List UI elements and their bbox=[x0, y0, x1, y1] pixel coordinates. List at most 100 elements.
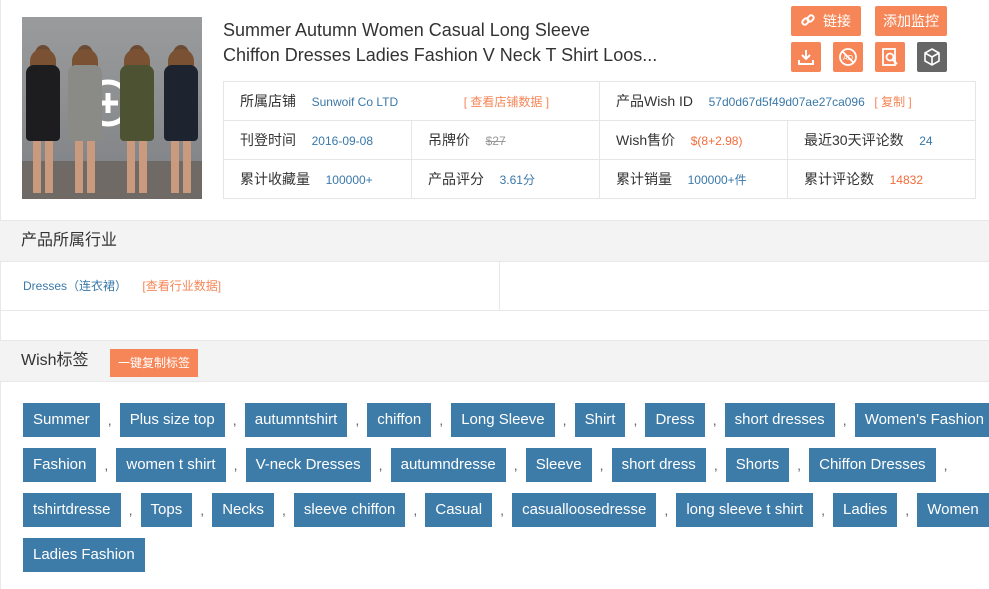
rating-value: 3.61分 bbox=[499, 173, 535, 187]
tag-separator: , bbox=[355, 412, 360, 428]
tag-separator: , bbox=[943, 457, 948, 473]
wish-tag[interactable]: short dress bbox=[611, 448, 706, 482]
wish-tag[interactable]: Ladies Fashion bbox=[23, 538, 145, 572]
tag-separator: , bbox=[413, 502, 418, 518]
wish-tag[interactable]: Shirt bbox=[574, 403, 626, 437]
listed-value: 2016-09-08 bbox=[311, 134, 374, 148]
tag-price-cell: 吊牌价 $27 bbox=[411, 120, 600, 160]
tag-separator: , bbox=[128, 502, 133, 518]
tag-separator: , bbox=[200, 502, 205, 518]
reviews30-label: 最近30天评论数 bbox=[804, 132, 904, 148]
wish-tag[interactable]: Necks bbox=[212, 493, 274, 527]
shop-cell: 所属店铺 Sunwoif Co LTD [ 查看店铺数据 ] bbox=[223, 81, 600, 121]
cube-button[interactable] bbox=[917, 42, 947, 72]
product-image[interactable] bbox=[22, 17, 202, 199]
download-button[interactable] bbox=[791, 42, 821, 72]
cube-icon bbox=[924, 48, 940, 66]
model-figure bbox=[68, 45, 102, 193]
tag-separator: , bbox=[232, 412, 237, 428]
wish-tag[interactable]: Tops bbox=[140, 493, 193, 527]
reviews30-cell: 最近30天评论数 24 bbox=[787, 120, 976, 160]
wish-tag[interactable]: autumntshirt bbox=[244, 403, 348, 437]
tag-separator: , bbox=[107, 412, 112, 428]
tag-separator: , bbox=[821, 502, 825, 518]
sales-cell: 累计销量 100000+件 bbox=[599, 159, 788, 199]
wish-tag[interactable]: sleeve chiffon bbox=[293, 493, 406, 527]
product-title-line2: Chiffon Dresses Ladies Fashion V Neck T … bbox=[223, 45, 658, 65]
rating-label: 产品评分 bbox=[428, 171, 484, 187]
tag-row: Summer, Plus size top, autumntshirt, chiffo… bbox=[23, 403, 989, 448]
industry-heading: 产品所属行业 bbox=[21, 232, 118, 249]
wish-tag[interactable]: V-neck Dresses bbox=[245, 448, 371, 482]
wish-tag[interactable]: Women's Fashion bbox=[854, 403, 989, 437]
favorites-label: 累计收藏量 bbox=[240, 171, 310, 187]
industry-section-header: 产品所属行业 bbox=[0, 220, 989, 262]
wish-tag[interactable]: Fashion bbox=[23, 448, 97, 482]
favorites-cell: 累计收藏量 100000+ bbox=[223, 159, 412, 199]
no-ads-button[interactable]: AD bbox=[833, 42, 863, 72]
copy-tags-button[interactable]: 一键复制标签 bbox=[110, 349, 198, 377]
wish-tag[interactable]: chiffon bbox=[367, 403, 432, 437]
tag-separator: , bbox=[233, 457, 238, 473]
wish-tag[interactable]: autumndresse bbox=[390, 448, 506, 482]
wish-tag[interactable]: Sleeve bbox=[525, 448, 592, 482]
copy-id-link[interactable]: [ 复制 ] bbox=[874, 95, 911, 109]
wish-tag[interactable]: Casual bbox=[425, 493, 493, 527]
tag-separator: , bbox=[712, 412, 717, 428]
wish-tag[interactable]: Shorts bbox=[725, 448, 790, 482]
tag-separator: , bbox=[500, 502, 504, 518]
link-button[interactable]: 链接 bbox=[791, 6, 861, 36]
wish-tag[interactable]: Summer bbox=[23, 403, 100, 437]
download-icon bbox=[798, 50, 814, 65]
view-shop-data-link[interactable]: [ 查看店铺数据 ] bbox=[464, 95, 549, 109]
link-icon bbox=[801, 14, 815, 26]
shop-name-link[interactable]: Sunwoif Co LTD bbox=[312, 95, 398, 109]
wish-tag[interactable]: short dresses bbox=[724, 403, 835, 437]
wish-tag[interactable]: Dress bbox=[645, 403, 705, 437]
wish-tag[interactable]: long sleeve t shirt bbox=[676, 493, 814, 527]
wish-price-label: Wish售价 bbox=[616, 132, 676, 148]
product-info-table: 所属店铺 Sunwoif Co LTD [ 查看店铺数据 ] 产品Wish ID… bbox=[223, 81, 976, 199]
tag-separator: , bbox=[104, 457, 109, 473]
reviews-value: 14832 bbox=[889, 173, 923, 187]
sales-value: 100000+件 bbox=[687, 173, 747, 187]
add-monitor-button[interactable]: 添加监控 bbox=[875, 6, 947, 36]
wish-tags-list: Summer, Plus size top, autumntshirt, chiffo… bbox=[23, 403, 989, 583]
wish-tag[interactable]: Plus size top bbox=[119, 403, 225, 437]
wish-price-cell: Wish售价 $(8+2.98) bbox=[599, 120, 788, 160]
shop-label: 所属店铺 bbox=[240, 93, 296, 109]
product-title-line1: Summer Autumn Women Casual Long Sleeve bbox=[223, 20, 590, 40]
wish-tag[interactable]: Chiffon Dresses bbox=[809, 448, 936, 482]
model-figure bbox=[164, 45, 198, 193]
tag-price-label: 吊牌价 bbox=[428, 132, 470, 148]
model-figure bbox=[26, 45, 60, 193]
wish-tag[interactable]: women t shirt bbox=[116, 448, 226, 482]
view-industry-data-link[interactable]: [查看行业数据] bbox=[142, 279, 221, 293]
sales-label: 累计销量 bbox=[616, 171, 672, 187]
tag-separator: , bbox=[633, 412, 638, 428]
tag-separator: , bbox=[713, 457, 718, 473]
tag-row: tshirtdresse, Tops, Necks, sleeve chiffon, C… bbox=[23, 493, 989, 538]
industry-name-link[interactable]: Dresses（连衣裙） bbox=[23, 279, 127, 293]
wish-tags-heading: Wish标签 bbox=[21, 352, 89, 369]
wish-tag[interactable]: tshirtdresse bbox=[23, 493, 121, 527]
search-doc-button[interactable] bbox=[875, 42, 905, 72]
wish-price-value: $(8+2.98) bbox=[690, 134, 743, 148]
wish-tag[interactable]: Women bbox=[917, 493, 989, 527]
svg-text:AD: AD bbox=[843, 54, 853, 62]
listed-label: 刊登时间 bbox=[240, 132, 296, 148]
tag-separator: , bbox=[281, 502, 286, 518]
tag-separator: , bbox=[664, 502, 669, 518]
link-button-label: 链接 bbox=[823, 13, 851, 29]
listed-cell: 刊登时间 2016-09-08 bbox=[223, 120, 412, 160]
wish-tag[interactable]: Long Sleeve bbox=[451, 403, 555, 437]
tag-row: Ladies Fashion bbox=[23, 538, 973, 583]
favorites-value: 100000+ bbox=[325, 173, 373, 187]
no-ads-icon: AD bbox=[839, 48, 857, 66]
reviews-cell: 累计评论数 14832 bbox=[787, 159, 976, 199]
wish-tag[interactable]: casualloosedresse bbox=[512, 493, 657, 527]
model-figure bbox=[120, 45, 154, 193]
wish-tag[interactable]: Ladies bbox=[833, 493, 898, 527]
tag-separator: , bbox=[378, 457, 383, 473]
wish-id-value: 57d0d67d5f49d07ae27ca096 bbox=[708, 95, 865, 109]
